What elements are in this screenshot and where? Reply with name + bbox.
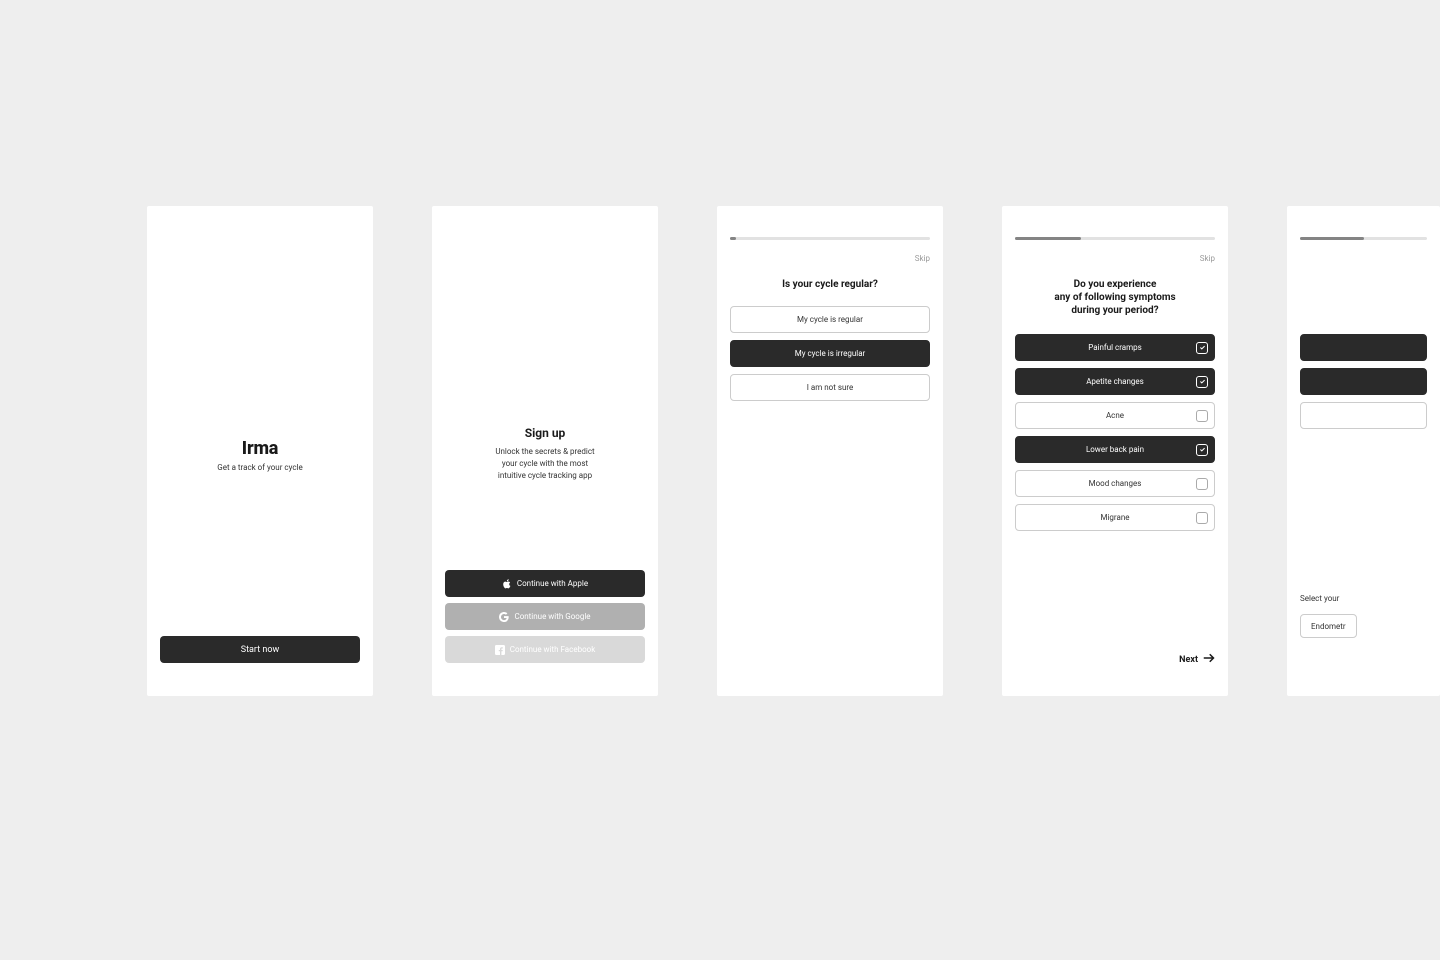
screen-welcome: Irma Get a track of your cycle Start now bbox=[147, 206, 373, 696]
option-label: Lower back pain bbox=[1086, 445, 1144, 454]
progress-fill bbox=[730, 237, 736, 240]
progress-fill bbox=[1015, 237, 1081, 240]
checkbox-icon bbox=[1196, 376, 1208, 388]
question-text: Is your cycle regular? bbox=[730, 278, 930, 291]
screen-cycle-regular: Skip Is your cycle regular? My cycle is … bbox=[717, 206, 943, 696]
condition-chip[interactable]: Endometr bbox=[1300, 614, 1357, 638]
start-now-button[interactable]: Start now bbox=[160, 636, 360, 663]
checkbox-icon bbox=[1196, 512, 1208, 524]
checkbox-icon bbox=[1196, 342, 1208, 354]
signup-description: Unlock the secrets & predict your cycle … bbox=[448, 446, 642, 482]
option-label: My cycle is irregular bbox=[795, 349, 866, 358]
screen-symptoms: Skip Do you experience any of following … bbox=[1002, 206, 1228, 696]
option-not-sure[interactable]: I am not sure bbox=[730, 374, 930, 401]
apple-button-label: Continue with Apple bbox=[517, 579, 588, 588]
chip-label: Endometr bbox=[1311, 622, 1346, 631]
option-label: My cycle is regular bbox=[797, 315, 863, 324]
option-migrane[interactable]: Migrane bbox=[1015, 504, 1215, 531]
skip-button[interactable]: Skip bbox=[1200, 254, 1215, 263]
checkbox-icon bbox=[1196, 410, 1208, 422]
progress-bar bbox=[1015, 237, 1215, 240]
option-item-1[interactable] bbox=[1300, 334, 1427, 361]
progress-bar bbox=[1300, 237, 1427, 240]
progress-fill bbox=[1300, 237, 1364, 240]
app-title: Irma bbox=[147, 438, 373, 459]
progress-bar bbox=[730, 237, 930, 240]
question-text: Do you experience any of following sympt… bbox=[1015, 278, 1215, 317]
option-item-3[interactable] bbox=[1300, 402, 1427, 429]
apple-icon bbox=[502, 579, 512, 589]
option-appetite-changes[interactable]: Apetite changes bbox=[1015, 368, 1215, 395]
option-label: Apetite changes bbox=[1086, 377, 1144, 386]
option-label: Mood changes bbox=[1089, 479, 1142, 488]
option-acne[interactable]: Acne bbox=[1015, 402, 1215, 429]
option-label: Acne bbox=[1106, 411, 1124, 420]
option-mood-changes[interactable]: Mood changes bbox=[1015, 470, 1215, 497]
option-regular[interactable]: My cycle is regular bbox=[730, 306, 930, 333]
continue-google-button[interactable]: Continue with Google bbox=[445, 603, 645, 630]
select-label: Select your bbox=[1300, 594, 1339, 603]
app-subtitle: Get a track of your cycle bbox=[147, 463, 373, 472]
option-item-2[interactable] bbox=[1300, 368, 1427, 395]
continue-apple-button[interactable]: Continue with Apple bbox=[445, 570, 645, 597]
option-irregular[interactable]: My cycle is irregular bbox=[730, 340, 930, 367]
option-label: Migrane bbox=[1101, 513, 1130, 522]
start-now-label: Start now bbox=[241, 645, 280, 655]
option-label: Painful cramps bbox=[1088, 343, 1142, 352]
checkbox-icon bbox=[1196, 478, 1208, 490]
signup-title: Sign up bbox=[448, 426, 642, 440]
next-button[interactable]: Next bbox=[1179, 653, 1215, 666]
option-lower-back-pain[interactable]: Lower back pain bbox=[1015, 436, 1215, 463]
skip-button[interactable]: Skip bbox=[915, 254, 930, 263]
facebook-button-label: Continue with Facebook bbox=[510, 645, 596, 654]
option-label: I am not sure bbox=[807, 383, 854, 392]
google-icon bbox=[499, 612, 509, 622]
google-button-label: Continue with Google bbox=[514, 612, 590, 621]
option-painful-cramps[interactable]: Painful cramps bbox=[1015, 334, 1215, 361]
continue-facebook-button[interactable]: Continue with Facebook bbox=[445, 636, 645, 663]
arrow-right-icon bbox=[1203, 653, 1215, 666]
screen-select-conditions: Select your Endometr bbox=[1287, 206, 1440, 696]
facebook-icon bbox=[495, 645, 505, 655]
screen-signup: Sign up Unlock the secrets & predict you… bbox=[432, 206, 658, 696]
checkbox-icon bbox=[1196, 444, 1208, 456]
next-label: Next bbox=[1179, 655, 1198, 665]
